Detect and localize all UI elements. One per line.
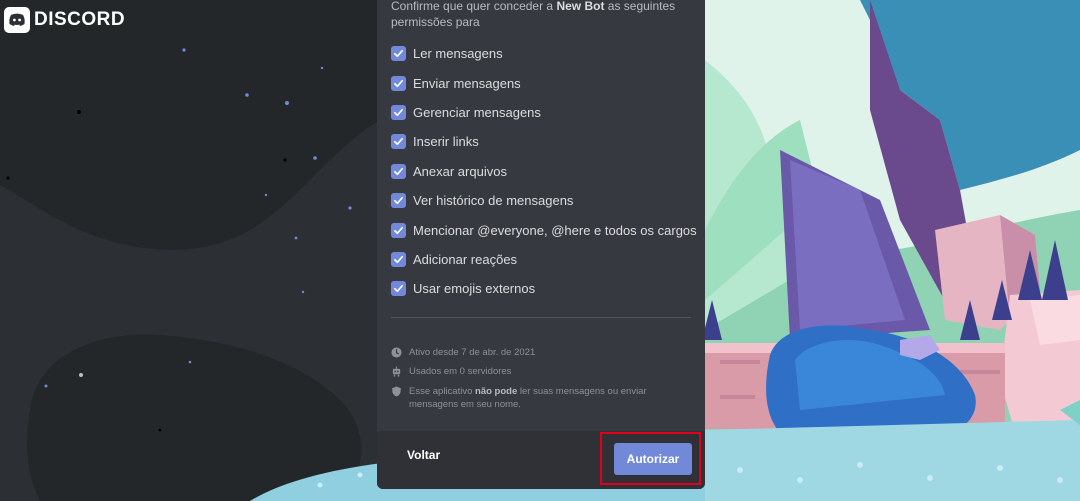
back-button[interactable]: Voltar [407,448,440,462]
permission-item[interactable]: Anexar arquivos [391,157,696,186]
shield-icon [392,386,401,397]
check-icon [394,108,403,117]
check-icon [394,79,403,87]
discord-logo-icon [4,7,30,33]
check-icon [394,285,403,293]
permission-label: Adicionar reações [413,251,518,267]
check-icon [394,255,403,263]
permission-list: Ler mensagens Enviar mensagens Gerenciar… [391,39,697,304]
permission-item[interactable]: Gerenciar mensagens [391,98,696,127]
permission-checkbox[interactable] [391,222,406,238]
permission-item[interactable]: Inserir links [391,127,696,156]
permission-checkbox[interactable] [391,46,406,62]
privacy-bold: não pode [475,386,518,397]
permission-label: Inserir links [413,134,479,150]
info-servers: Usados em 0 servidores [391,365,691,378]
active-since-text: Ativo desde 7 de abr. de 2021 [409,347,536,358]
clock-icon [391,347,402,358]
intro-text: Confirme que quer conceder a New Bot as … [391,0,676,30]
permission-label: Mencionar @everyone, @here e todos os ca… [413,222,697,238]
check-icon [394,50,403,58]
permission-label: Enviar mensagens [413,75,521,91]
modal-footer: Voltar Autorizar [377,431,705,489]
logo-text: DISCORD [34,9,126,30]
servers-used-text: Usados em 0 servidores [409,366,512,377]
permission-item[interactable]: Ler mensagens [391,39,696,68]
permission-item[interactable]: Adicionar reações [391,245,696,274]
permission-checkbox[interactable] [391,75,406,91]
privacy-prefix: Esse aplicativo [409,386,476,397]
check-icon [394,138,403,146]
intro-prefix: Confirme que quer conceder a [391,0,557,13]
permission-item[interactable]: Ver histórico de mensagens [391,186,696,215]
permission-checkbox[interactable] [391,104,406,120]
permission-item[interactable]: Enviar mensagens [391,68,696,97]
permission-label: Ver histórico de mensagens [413,193,574,209]
divider [391,317,691,318]
permission-label: Ler mensagens [413,46,503,62]
check-icon [394,167,403,175]
privacy-text: Esse aplicativo não pode ler suas mensag… [409,385,691,411]
permission-item[interactable]: Usar emojis externos [391,274,696,303]
check-icon [394,197,403,205]
permission-checkbox[interactable] [391,134,406,150]
info-active-since: Ativo desde 7 de abr. de 2021 [391,346,691,359]
info-privacy: Esse aplicativo não pode ler suas mensag… [391,385,691,411]
bot-name: New Bot [556,0,605,13]
check-icon [394,226,403,234]
permission-checkbox[interactable] [391,193,406,209]
robot-icon [392,366,401,377]
permission-label: Usar emojis externos [413,281,536,297]
permission-label: Anexar arquivos [413,163,507,179]
permission-checkbox[interactable] [391,251,406,267]
authorize-button[interactable]: Autorizar [614,443,692,475]
permission-item[interactable]: Mencionar @everyone, @here e todos os ca… [391,215,697,244]
permission-checkbox[interactable] [391,281,406,297]
permission-checkbox[interactable] [391,163,406,179]
permission-label: Gerenciar mensagens [413,104,541,120]
discord-logo[interactable]: DISCORD [4,7,125,33]
authorization-modal: Confirme que quer conceder a New Bot as … [377,0,705,489]
